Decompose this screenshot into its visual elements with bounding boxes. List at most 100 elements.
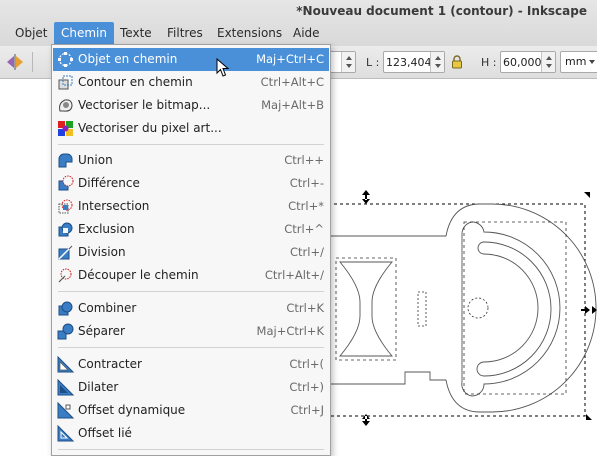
menu-item-label: Offset dynamique [78,403,186,417]
mouse-pointer-icon [216,58,230,77]
intersection-icon [58,199,73,214]
selection-handles[interactable] [362,190,597,426]
width-label: L : [366,56,380,69]
menu-item-label: Dilater [78,380,119,394]
menu-item-label: Contracter [78,357,142,371]
menu-item-shortcut: Maj+Ctrl+K [256,324,324,338]
menu-separator [58,347,324,348]
exclusion-icon [58,222,73,237]
menu-item-shortcut: Ctrl+J [290,403,325,417]
height-label: H : [481,56,497,69]
menu-item-label: Séparer [78,324,125,338]
menu-item-union[interactable]: Union Ctrl++ [53,149,329,172]
d-outer-arc [471,221,561,397]
menu-item-shortcut: Ctrl+* [288,199,324,213]
menu-chemin[interactable]: Chemin [54,22,114,44]
hourglass-shape [339,261,393,357]
inset-icon [57,356,74,373]
menu-aide[interactable]: Aide [286,22,327,44]
menu-objet[interactable]: Objet [8,22,54,44]
menu-item-label: Découper le chemin [78,268,199,282]
title-bar: *Nouveau document 1 (contour) - Inkscape [0,0,597,22]
stroke-to-path-icon [58,75,73,90]
menu-item-shortcut: Maj+Alt+B [261,98,324,112]
menu-extensions[interactable]: Extensions [210,22,289,44]
break-apart-icon [57,323,74,340]
menu-item-label: Division [78,245,126,259]
menu-item-inset[interactable]: Contracter Ctrl+( [53,353,329,376]
window-title: *Nouveau document 1 (contour) - Inkscape [296,4,587,18]
menu-item-shortcut: Ctrl+- [289,176,324,190]
menu-item-label: Union [78,153,113,167]
menu-separator [58,144,324,145]
outset-icon [57,379,74,396]
menu-item-shortcut: Ctrl+K [286,301,324,315]
menu-item-shortcut: Maj+Ctrl+C [256,52,324,66]
trace-bitmap-icon [59,99,73,112]
menu-item-trace-bitmap[interactable]: Vectoriser le bitmap... Maj+Alt+B [53,94,329,117]
small-slot [417,291,427,327]
flip-icon[interactable] [6,54,24,70]
menu-texte[interactable]: Texte [113,22,159,44]
menu-item-object-to-path[interactable]: Objet en chemin Maj+Ctrl+C [53,48,329,71]
union-icon [58,153,73,168]
menu-bar: Objet Chemin Texte Filtres Extensions Ai… [0,22,597,44]
d-left-edge [461,221,473,397]
menu-item-shortcut: Ctrl+) [289,380,324,394]
path-menu-dropdown: Objet en chemin Maj+Ctrl+C Contour en ch… [51,44,331,456]
menu-item-dynamic-offset[interactable]: Offset dynamique Ctrl+J [53,399,329,422]
menu-item-cut-path[interactable]: Découper le chemin Ctrl+Alt+/ [53,264,329,287]
menu-item-label: Contour en chemin [78,75,193,89]
linked-offset-icon [57,425,74,442]
menu-item-break-apart[interactable]: Séparer Maj+Ctrl+K [53,320,329,343]
toolbar-separator [32,52,33,72]
menu-item-shortcut: Ctrl++ [284,153,324,167]
menu-item-intersection[interactable]: Intersection Ctrl+* [53,195,329,218]
menu-item-shortcut: Ctrl+( [289,357,324,371]
unit-value: mm [565,55,587,68]
menu-item-trace-pixel-art[interactable]: Vectoriser du pixel art... [53,117,329,140]
menu-item-label: Objet en chemin [78,52,178,66]
window-header: *Nouveau document 1 (contour) - Inkscape… [0,0,597,46]
unit-select[interactable]: mm [560,51,597,73]
width-input[interactable] [386,54,432,70]
dynamic-offset-icon [57,402,74,419]
menu-item-combine[interactable]: Combiner Ctrl+K [53,297,329,320]
menu-item-label: Vectoriser du pixel art... [78,121,222,135]
menu-separator [58,291,324,292]
menu-item-shortcut: Ctrl+^ [284,222,324,236]
height-spinbox[interactable] [500,51,556,73]
hourglass-bbox [335,257,397,361]
outer-contour [330,203,597,413]
trace-pixel-art-icon [58,121,73,136]
menu-item-exclusion[interactable]: Exclusion Ctrl+^ [53,218,329,241]
menu-item-shortcut: Ctrl+Alt+/ [264,268,324,282]
object-to-path-icon [58,52,73,67]
menu-item-shortcut: Ctrl+/ [290,245,324,259]
x-spin-arrows[interactable] [341,52,355,72]
menu-item-linked-offset[interactable]: Offset lié [53,422,329,445]
width-spinbox[interactable] [383,51,445,73]
menu-item-stroke-to-path[interactable]: Contour en chemin Ctrl+Alt+C [53,71,329,94]
menu-item-label: Exclusion [78,222,135,236]
height-spin-arrows[interactable] [541,52,555,72]
menu-item-label: Vectoriser le bitmap... [78,98,211,112]
center-circle [467,297,489,319]
menu-item-label: Intersection [78,199,150,213]
menu-item-label: Différence [78,176,140,190]
combine-icon [58,301,73,316]
menu-separator [58,449,324,450]
height-input[interactable] [503,54,543,70]
cut-path-icon [58,268,72,283]
division-icon [58,245,73,260]
difference-icon [58,175,74,191]
width-spin-arrows[interactable] [430,52,444,72]
menu-item-shortcut: Ctrl+Alt+C [260,75,324,89]
menu-item-difference[interactable]: Différence Ctrl+- [53,172,329,195]
menu-item-label: Combiner [78,301,137,315]
menu-item-division[interactable]: Division Ctrl+/ [53,241,329,264]
lock-icon[interactable] [451,55,463,69]
menu-filtres[interactable]: Filtres [160,22,210,44]
menu-item-outset[interactable]: Dilater Ctrl+) [53,376,329,399]
menu-item-label: Offset lié [78,426,132,440]
